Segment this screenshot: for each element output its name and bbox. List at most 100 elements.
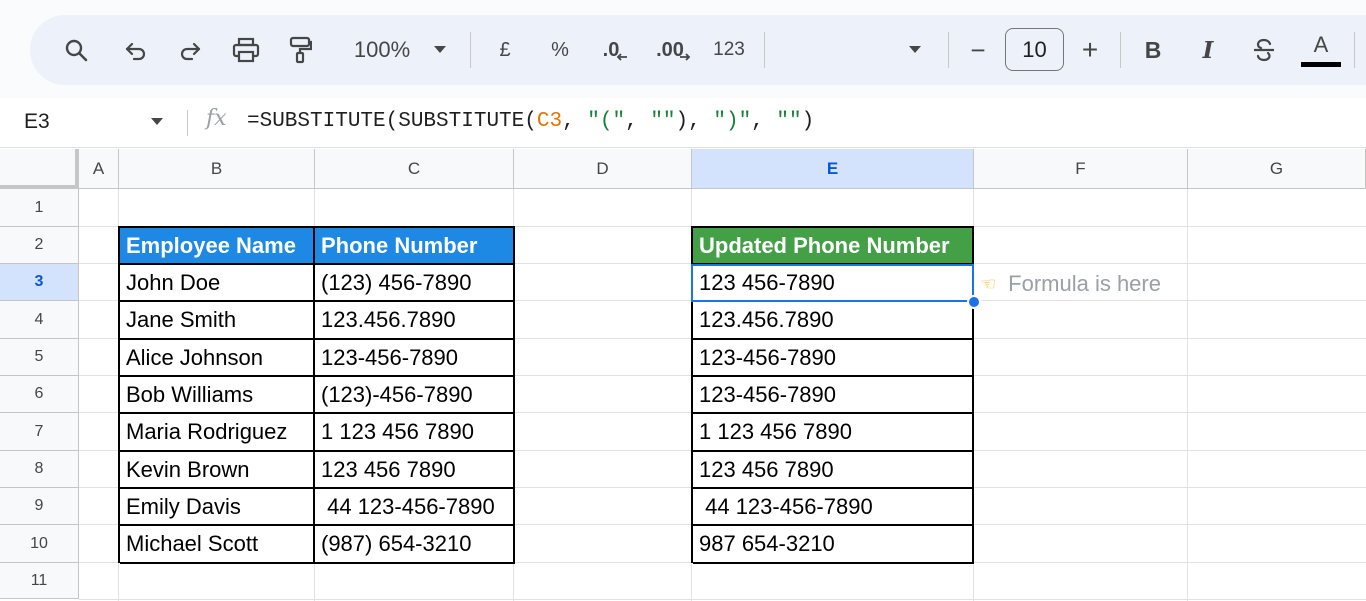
row-header-10[interactable]: 10 (0, 525, 79, 563)
text-color-button[interactable]: A (1300, 15, 1342, 85)
formula-prefix: =SUBSTITUTE(SUBSTITUTE( (247, 110, 537, 133)
cell-updated-phone[interactable]: 123 456-7890 (693, 265, 974, 302)
row-header-1[interactable]: 1 (0, 189, 79, 227)
decrease-font-size-button[interactable]: − (964, 15, 992, 85)
strikethrough-icon[interactable] (1248, 15, 1280, 85)
print-icon[interactable] (228, 15, 264, 85)
column-header-c[interactable]: C (315, 149, 514, 189)
cell-updated-phone[interactable]: 44 123-456-7890 (693, 489, 974, 526)
cell-phone[interactable]: 1 123 456 7890 (315, 414, 515, 452)
cell-name[interactable]: Michael Scott (120, 526, 315, 564)
formula-sep: , (625, 110, 651, 133)
formula-sep: , (562, 110, 588, 133)
toolbar: 100% £ % .0 .00 123 − 10 + B I A (30, 15, 1366, 85)
pointing-hand-icon: ☜ (980, 273, 997, 294)
row-header-11[interactable]: 11 (0, 563, 79, 599)
column-header-e[interactable]: E (692, 149, 974, 189)
row-header-3[interactable]: 3 (0, 264, 79, 301)
name-box[interactable]: E3 (24, 110, 50, 134)
header-employee-name[interactable]: Employee Name (120, 228, 315, 265)
cell-updated-phone[interactable]: 123-456-7890 (693, 377, 974, 414)
toolbar-divider (948, 32, 949, 68)
gridline (79, 599, 1366, 600)
formula-note-text: Formula is here (1008, 271, 1161, 296)
cell-name[interactable]: Jane Smith (120, 302, 315, 340)
toolbar-divider (764, 32, 765, 68)
percent-button[interactable]: % (545, 15, 575, 85)
cell-phone[interactable]: 123 456 7890 (315, 452, 515, 489)
gridline (1187, 189, 1188, 601)
column-header-a[interactable]: A (79, 149, 119, 189)
cell-phone[interactable]: (987) 654-3210 (315, 526, 515, 564)
zoom-select[interactable]: 100% (340, 15, 424, 85)
formula-string: "" (776, 110, 802, 133)
redo-icon[interactable] (172, 15, 208, 85)
column-header-b[interactable]: B (119, 149, 315, 189)
text-color-swatch (1301, 61, 1341, 67)
row-header-8[interactable]: 8 (0, 451, 79, 488)
row-header-4[interactable]: 4 (0, 301, 79, 339)
toolbar-area: 100% £ % .0 .00 123 − 10 + B I A (0, 0, 1366, 98)
arrow-right-icon (679, 53, 691, 61)
cell-updated-phone[interactable]: 123.456.7890 (693, 302, 974, 340)
fill-handle[interactable] (967, 295, 981, 309)
fx-icon: fx (206, 106, 227, 131)
cell-name[interactable]: Bob Williams (120, 377, 315, 414)
formula-suffix: ) (801, 110, 815, 133)
number-format-button[interactable]: 123 (708, 15, 750, 85)
decrease-decimal-button[interactable]: .0 (596, 15, 636, 85)
spreadsheet-grid: A B C D E F G 1 2 3 4 5 6 7 8 9 10 11 Em… (0, 149, 1366, 601)
cell-phone[interactable]: (123)-456-7890 (315, 377, 515, 414)
formula-note: ☜ Formula is here (980, 271, 1161, 297)
cell-updated-phone[interactable]: 123-456-7890 (693, 340, 974, 377)
cell-name[interactable]: Kevin Brown (120, 452, 315, 489)
toolbar-divider (1120, 32, 1121, 68)
formula-bar: E3 fx =SUBSTITUTE(SUBSTITUTE(C3, "(", ""… (0, 98, 1366, 148)
cell-updated-phone[interactable]: 1 123 456 7890 (693, 414, 974, 452)
search-icon[interactable] (58, 15, 94, 85)
select-all-corner[interactable] (0, 149, 79, 189)
cell-phone[interactable]: (123) 456-7890 (315, 265, 515, 302)
cell-name[interactable]: Emily Davis (120, 489, 315, 526)
column-header-f[interactable]: F (974, 149, 1188, 189)
chevron-down-icon[interactable] (903, 15, 927, 85)
toolbar-divider (470, 32, 471, 68)
formula-bar-divider (187, 110, 188, 136)
row-header-7[interactable]: 7 (0, 413, 79, 451)
cell-name[interactable]: John Doe (120, 265, 315, 302)
cell-phone[interactable]: 123-456-7890 (315, 340, 515, 377)
chevron-down-icon[interactable] (150, 114, 164, 132)
formula-sep: ), (675, 110, 714, 133)
formula-ref: C3 (536, 110, 563, 133)
arrow-left-icon (617, 53, 628, 61)
paint-format-icon[interactable] (282, 15, 318, 85)
increase-font-size-button[interactable]: + (1076, 15, 1104, 85)
chevron-down-icon[interactable] (428, 15, 452, 85)
formula-input[interactable]: =SUBSTITUTE(SUBSTITUTE(C3, "(", ""), ")"… (247, 110, 814, 133)
increase-decimal-button[interactable]: .00 (654, 15, 694, 85)
formula-sep: , (751, 110, 777, 133)
row-header-2[interactable]: 2 (0, 227, 79, 264)
text-color-label: A (1313, 31, 1329, 57)
cell-phone[interactable]: 123.456.7890 (315, 302, 515, 340)
column-header-d[interactable]: D (514, 149, 692, 189)
row-header-6[interactable]: 6 (0, 376, 79, 413)
cell-updated-phone[interactable]: 987 654-3210 (693, 526, 974, 564)
row-header-5[interactable]: 5 (0, 339, 79, 376)
cell-name[interactable]: Maria Rodriguez (120, 414, 315, 452)
cell-phone[interactable]: 44 123-456-7890 (315, 489, 515, 526)
italic-button[interactable]: I (1193, 15, 1223, 85)
row-header-9[interactable]: 9 (0, 488, 79, 525)
font-size-input[interactable]: 10 (1005, 28, 1064, 71)
toolbar-divider (1354, 32, 1355, 68)
formula-string: "(" (587, 110, 626, 133)
header-updated-phone-number[interactable]: Updated Phone Number (693, 228, 974, 265)
cell-updated-phone[interactable]: 123 456 7890 (693, 452, 974, 489)
currency-button[interactable]: £ (490, 15, 520, 85)
undo-icon[interactable] (118, 15, 154, 85)
header-phone-number[interactable]: Phone Number (315, 228, 515, 265)
bold-button[interactable]: B (1138, 15, 1168, 85)
formula-string: ")" (713, 110, 752, 133)
cell-name[interactable]: Alice Johnson (120, 340, 315, 377)
column-header-g[interactable]: G (1188, 149, 1366, 189)
